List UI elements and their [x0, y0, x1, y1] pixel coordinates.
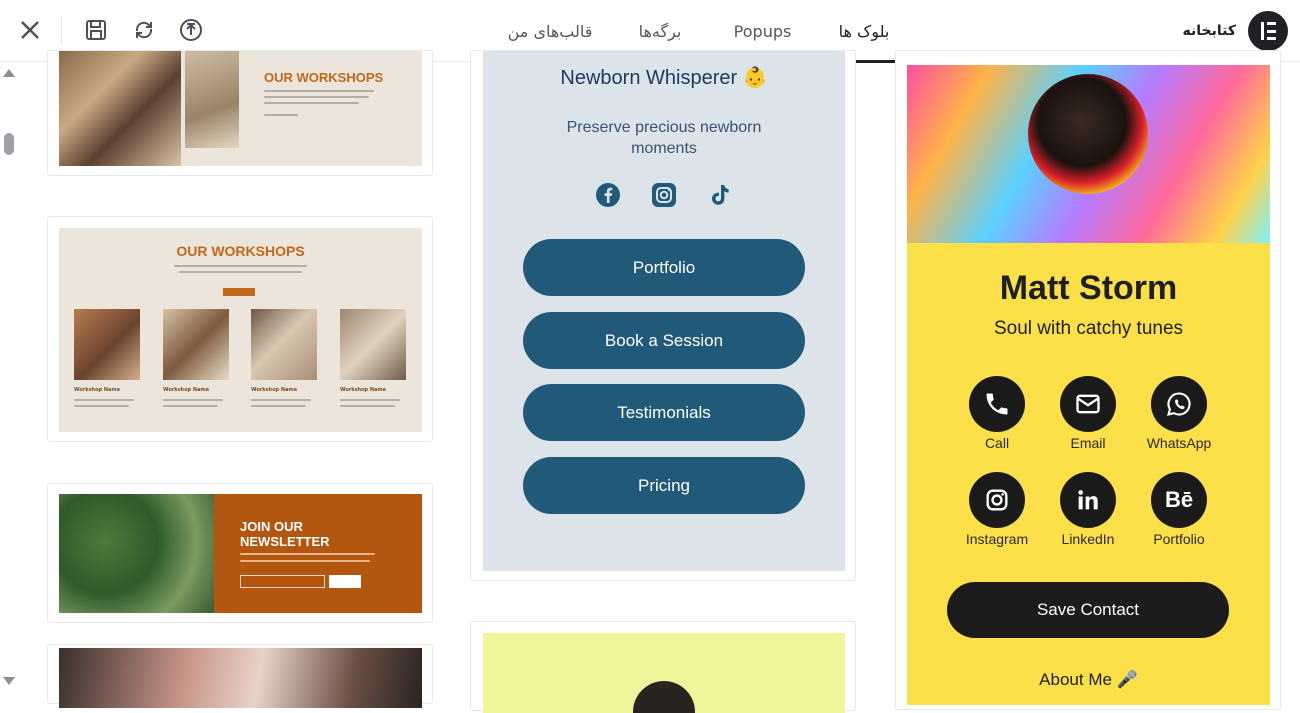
newsletter-title-line: NEWSLETTER	[240, 534, 330, 549]
linkedin-icon	[1060, 472, 1116, 528]
template-card-workshops-grid[interactable]: OUR WORKSHOPS Workshop Name Workshop Nam…	[47, 216, 433, 442]
contact-label: Portfolio	[1153, 531, 1205, 547]
pricing-button: Pricing	[523, 457, 805, 514]
template-thumbnail: JOIN OUR NEWSLETTER	[59, 494, 422, 613]
scroll-up-arrow[interactable]	[3, 69, 15, 77]
scroll-thumb[interactable]	[4, 133, 14, 155]
about-me-heading: About Me 🎤	[1039, 670, 1138, 689]
save-contact-button: Save Contact	[947, 582, 1229, 638]
workshop-photo	[163, 309, 229, 380]
phone-icon	[969, 376, 1025, 432]
newsletter-title-line: JOIN OUR	[240, 519, 303, 534]
brand-title: کتابخانه	[1182, 23, 1236, 39]
whatsapp-icon	[1151, 376, 1207, 432]
plants-photo	[59, 494, 214, 613]
workshop-photo	[185, 51, 239, 148]
learn-more-mini-button	[223, 288, 255, 296]
newsletter-title: JOIN OUR NEWSLETTER	[240, 519, 330, 549]
tab-label: قالب‌های من	[507, 21, 593, 41]
workshop-title: OUR WORKSHOPS	[176, 243, 305, 259]
profile-name: Matt Storm	[999, 269, 1178, 307]
avatar	[1028, 74, 1148, 194]
save-icon[interactable]	[80, 14, 112, 46]
template-thumbnail	[483, 633, 845, 713]
template-thumbnail: OUR WORKSHOPS Workshop Name Workshop Nam…	[59, 228, 422, 432]
behance-icon: Bē	[1151, 472, 1207, 528]
tiktok-icon	[706, 182, 732, 208]
tab-label: بلوک ها	[838, 21, 890, 41]
facebook-icon	[595, 182, 621, 208]
template-card-newborn-whisperer[interactable]: Newborn Whisperer 👶 Preserve precious ne…	[470, 50, 856, 581]
template-card-yellow[interactable]	[470, 621, 856, 713]
contact-label: WhatsApp	[1146, 435, 1212, 451]
tab-label: Popups	[733, 21, 792, 41]
newsletter-email-field	[240, 575, 325, 588]
template-card-newsletter[interactable]: JOIN OUR NEWSLETTER	[47, 483, 433, 623]
workshop-item-name: Workshop Name	[163, 387, 210, 393]
instagram-icon	[651, 182, 677, 208]
template-card-workshops-hero[interactable]: OUR WORKSHOPS	[47, 50, 433, 176]
scrollbar[interactable]	[0, 62, 18, 692]
newborn-subtitle-line: moments	[631, 140, 697, 157]
contact-label: LinkedIn	[1061, 531, 1115, 547]
template-thumbnail	[59, 648, 422, 708]
newsletter-subscribe-button	[329, 575, 361, 588]
toolbar-divider	[61, 16, 62, 44]
workshop-title: OUR WORKSHOPS	[264, 70, 384, 85]
workshop-item-name: Workshop Name	[251, 387, 298, 393]
newborn-title: Newborn Whisperer 👶	[560, 67, 768, 89]
newborn-subtitle: Preserve precious newborn moments	[523, 117, 805, 159]
tab-label: برگه‌ها	[638, 21, 682, 41]
workshop-item-name: Workshop Name	[74, 387, 121, 393]
newborn-subtitle-line: Preserve precious newborn	[566, 119, 762, 136]
workshop-item-name: Workshop Name	[340, 387, 387, 393]
sync-icon[interactable]	[128, 14, 160, 46]
workshop-photo	[251, 309, 317, 380]
close-icon[interactable]	[14, 14, 46, 46]
brand: کتابخانه	[1183, 11, 1288, 51]
email-icon	[1060, 376, 1116, 432]
template-thumbnail: Matt Storm Soul with catchy tunes Call E…	[907, 65, 1270, 705]
scroll-down-arrow[interactable]	[3, 677, 15, 685]
contact-label: Instagram	[965, 531, 1029, 547]
profile-tagline: Soul with catchy tunes	[993, 318, 1184, 339]
workshop-photo	[74, 309, 140, 380]
template-thumbnail: Newborn Whisperer 👶 Preserve precious ne…	[483, 51, 845, 571]
instagram-icon	[969, 472, 1025, 528]
book-session-button: Book a Session	[523, 312, 805, 369]
avatar	[633, 681, 695, 713]
upload-icon[interactable]	[175, 14, 207, 46]
portfolio-button: Portfolio	[523, 239, 805, 296]
template-thumbnail: OUR WORKSHOPS	[59, 51, 422, 166]
template-card-barber[interactable]	[47, 644, 433, 708]
testimonials-button: Testimonials	[523, 384, 805, 441]
elementor-logo	[1248, 11, 1288, 51]
workshop-photo	[59, 51, 181, 166]
workshop-photo	[340, 309, 406, 380]
template-card-matt-storm[interactable]: Matt Storm Soul with catchy tunes Call E…	[895, 50, 1281, 710]
contact-label: Call	[984, 435, 1010, 451]
contact-label: Email	[1070, 435, 1106, 451]
